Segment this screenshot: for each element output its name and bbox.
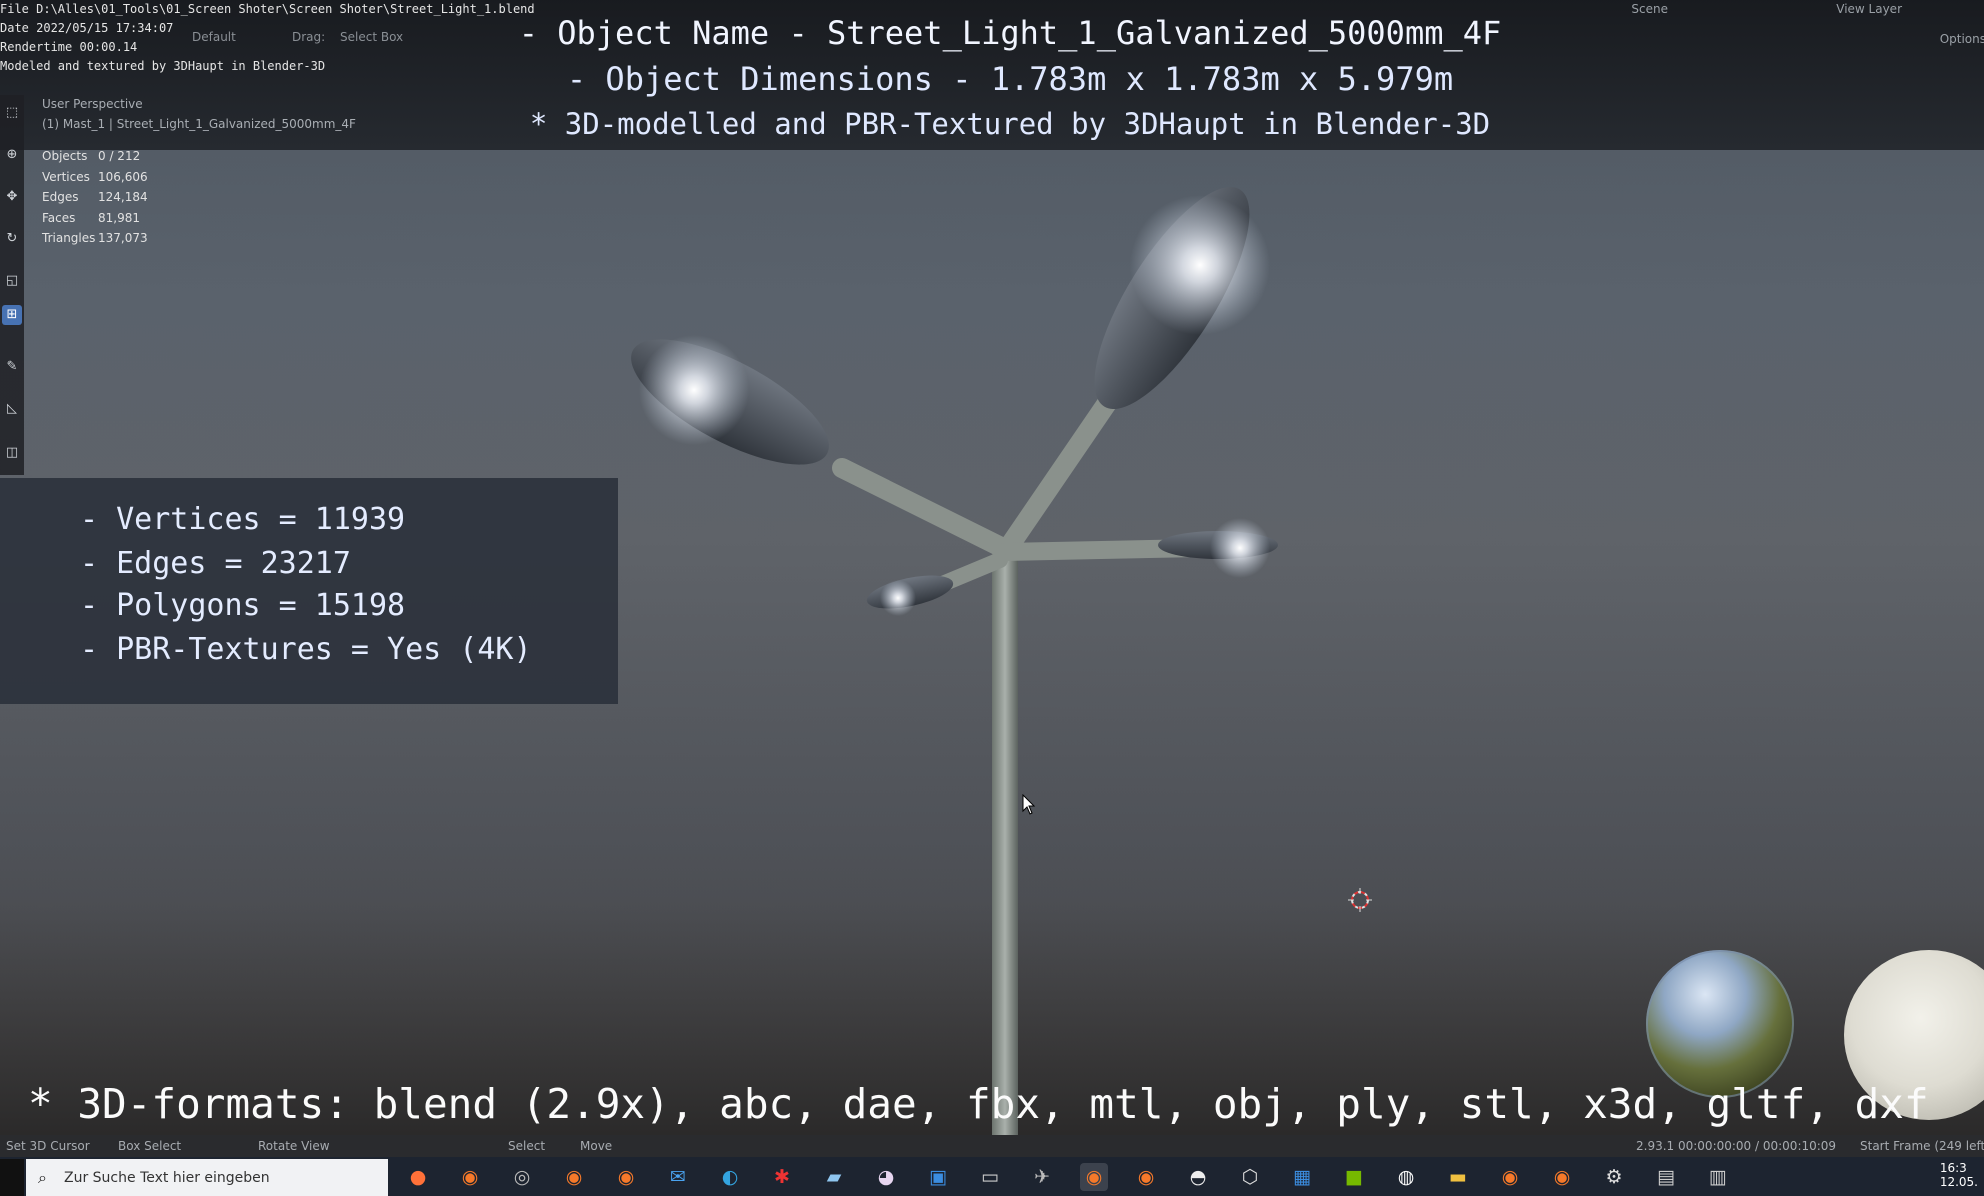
edges-count: - Edges = 23217	[80, 546, 351, 581]
windows-taskbar: ⌕ Zur Suche Text hier eingeben ● ◉ ◎ ◉ ◉…	[0, 1157, 1984, 1196]
options-menu[interactable]: Options	[1940, 32, 1984, 46]
terminal-icon[interactable]: ▭	[976, 1163, 1004, 1191]
obs-icon[interactable]: ◎	[508, 1163, 536, 1191]
status-move: Move	[580, 1139, 613, 1153]
add-cube-icon[interactable]: ◫	[2, 443, 22, 463]
annotate-tool-icon[interactable]: ✎	[2, 357, 22, 377]
notes-icon[interactable]: ▰	[820, 1163, 848, 1191]
hdri-preview-sphere	[1646, 950, 1794, 1098]
blender-icon[interactable]: ◉	[1132, 1163, 1160, 1191]
vertices-count: - Vertices = 11939	[80, 502, 406, 537]
blender-icon[interactable]: ◉	[456, 1163, 484, 1191]
clock-time: 16:3	[1939, 1161, 1967, 1175]
select-tool-icon[interactable]: ⬚	[2, 103, 22, 123]
stat-row: Edges 124,184	[42, 190, 148, 204]
viewport-stats: Objects 0 / 212 Vertices 106,606 Edges 124,…	[42, 146, 148, 249]
textures-info: - PBR-Textures = Yes (4K)	[80, 632, 532, 667]
store-icon[interactable]: ▣	[924, 1163, 952, 1191]
formats-line: * 3D-formats: blend (2.9x), abc, dae, fb…	[28, 1080, 1929, 1128]
folder-icon[interactable]: ▬	[1444, 1163, 1472, 1191]
app-icon[interactable]: ▤	[1652, 1163, 1680, 1191]
polygons-count: - Polygons = 15198	[80, 588, 406, 623]
app-icon[interactable]: ✱	[768, 1163, 796, 1191]
search-placeholder: Zur Suche Text hier eingeben	[64, 1170, 270, 1186]
overlay-credit: * 3D-modelled and PBR-Textured by 3DHaup…	[529, 107, 1491, 141]
collection-path: (1) Mast_1 | Street_Light_1_Galvanized_5…	[42, 117, 356, 131]
app-icon[interactable]: ◓	[1184, 1163, 1212, 1191]
status-rotate-view: Rotate View	[258, 1139, 330, 1153]
taskbar-search-input[interactable]: ⌕ Zur Suche Text hier eingeben	[26, 1159, 388, 1196]
cube-icon[interactable]: ⬡	[1236, 1163, 1264, 1191]
view-layer-selector[interactable]: View Layer	[1836, 2, 1902, 16]
status-select: Select	[508, 1139, 546, 1153]
search-icon: ⌕	[38, 1168, 47, 1187]
cursor-tool-icon[interactable]: ⊕	[2, 145, 22, 165]
paint-icon[interactable]: ◕	[872, 1163, 900, 1191]
left-toolbar: ⬚ ⊕ ✥ ↻ ◱ ⊞ ✎ ◺ ◫	[0, 95, 24, 475]
blender-icon[interactable]: ◉	[1496, 1163, 1524, 1191]
drag-label: Drag:	[292, 30, 326, 44]
transform-tool-icon[interactable]: ⊞	[2, 305, 22, 325]
object-dimensions: - Object Dimensions - 1.783m x 1.783m x …	[566, 60, 1454, 98]
app-icon[interactable]: ✈	[1028, 1163, 1056, 1191]
app-icon[interactable]: ◍	[1392, 1163, 1420, 1191]
stat-row: Triangles 137,073	[42, 231, 148, 245]
viewport-label: User Perspective (1) Mast_1 | Street_Lig…	[42, 94, 356, 134]
gear-icon[interactable]: ⚙	[1600, 1163, 1628, 1191]
title-overlay: - Object Name - Street_Light_1_Galvanize…	[440, 10, 1580, 146]
blender-icon[interactable]: ◉	[612, 1163, 640, 1191]
perspective-label: User Perspective	[42, 97, 143, 111]
orientation-dropdown[interactable]: Default	[192, 30, 236, 44]
stat-row: Vertices 106,606	[42, 169, 148, 184]
status-bar: Set 3D Cursor Box Select Rotate View Sel…	[0, 1135, 1984, 1157]
scale-tool-icon[interactable]: ◱	[2, 271, 22, 291]
status-set-cursor: Set 3D Cursor	[6, 1139, 90, 1153]
stat-row: Objects 0 / 212	[42, 149, 141, 163]
mail-icon[interactable]: ✉	[664, 1163, 692, 1191]
status-start-frame: Start Frame (249 left)	[1860, 1139, 1984, 1153]
status-version-time: 2.93.1 00:00:00:00 / 00:00:10:09	[1636, 1139, 1837, 1153]
status-box-select: Box Select	[118, 1139, 182, 1153]
firefox-icon[interactable]: ●	[404, 1163, 432, 1191]
drag-select-dropdown[interactable]: Select Box	[340, 30, 403, 44]
blender-icon[interactable]: ◉	[1548, 1163, 1576, 1191]
nvidia-icon[interactable]: ■	[1340, 1163, 1368, 1191]
blender-icon[interactable]: ◉	[560, 1163, 588, 1191]
object-name: - Object Name - Street_Light_1_Galvanize…	[518, 14, 1502, 52]
measure-tool-icon[interactable]: ◺	[2, 399, 22, 419]
scene-selector[interactable]: Scene	[1631, 2, 1668, 16]
move-tool-icon[interactable]: ✥	[2, 187, 22, 207]
mouse-pointer-icon	[1022, 794, 1036, 815]
3d-cursor-icon[interactable]	[1348, 888, 1372, 912]
rotate-tool-icon[interactable]: ↻	[2, 229, 22, 249]
system-tray[interactable]: 16:3 12.05.	[1940, 1161, 1978, 1189]
start-button[interactable]	[0, 1159, 24, 1196]
calendar-icon[interactable]: ▦	[1288, 1163, 1316, 1191]
blender-icon[interactable]: ◉	[1080, 1163, 1108, 1191]
clock-date: 12.05.	[1939, 1175, 1978, 1189]
mesh-stats-panel: - Vertices = 11939 - Edges = 23217 - Pol…	[0, 478, 618, 704]
app-icon[interactable]: ▥	[1704, 1163, 1732, 1191]
edge-icon[interactable]: ◐	[716, 1163, 744, 1191]
stat-row: Faces 81,981	[42, 210, 140, 225]
